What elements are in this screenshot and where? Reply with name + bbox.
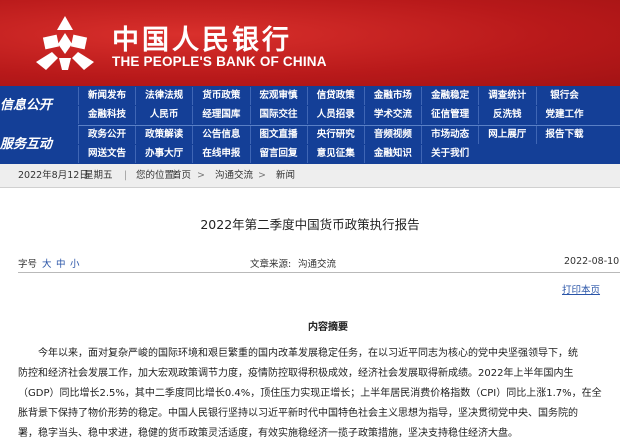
paragraph-line: 防控和经济社会发展工作，加大宏观政策调节力度，疫情防控取得积极成效，经济社会发展…	[18, 368, 574, 379]
nav-item-message-reply[interactable]: 留言回复	[249, 145, 307, 163]
nav-item-macroprudential[interactable]: 宏观审慎	[249, 87, 307, 105]
nav-item-recruitment[interactable]: 人员招录	[306, 106, 364, 124]
nav-item-anti-money-laundering[interactable]: 反洗钱	[478, 106, 535, 124]
breadcrumb: 2022年8月12日 星期五 | 您的位置: 首页 > 沟通交流 > 新闻	[0, 164, 620, 188]
source-value: 沟通交流	[298, 259, 337, 270]
nav-row-2: 金融科技 人民币 经理国库 国际交往 人员招录 学术交流 征信管理 反洗钱 党建…	[78, 106, 593, 125]
nav-item-audio-video[interactable]: 音频视频	[363, 126, 421, 144]
nav-item-policy-interpretation[interactable]: 政策解读	[135, 126, 192, 144]
meta-divider	[18, 272, 620, 273]
nav-item-financial-stability[interactable]: 金融稳定	[421, 87, 478, 105]
article-title: 2022年第二季度中国货币政策执行报告	[200, 217, 420, 232]
paragraph-line: （GDP）同比增长2.5%，其中二季度同比增长0.4%，顶住压力实现正增长；上半…	[18, 388, 602, 399]
font-size-large-link[interactable]: 大	[42, 256, 52, 270]
nav-item-about-us[interactable]: 关于我们	[421, 145, 478, 163]
nav-item-online-exhibition[interactable]: 网上展厅	[478, 126, 535, 144]
nav-row-4: 网送文告 办事大厅 在线申报 留言回复 意见征集 金融知识 关于我们	[78, 145, 478, 164]
nav-item-statistics[interactable]: 调查统计	[478, 87, 535, 105]
paragraph-line: 今年以来，面对复杂严峻的国际环境和艰巨繁重的国内改革发展稳定任务，在以习近平同志…	[38, 348, 578, 359]
font-size-small-link[interactable]: 小	[70, 256, 80, 270]
nav-item-monetary-policy[interactable]: 货币政策	[192, 87, 249, 105]
current-weekday: 星期五	[84, 170, 113, 181]
nav-item-market-news[interactable]: 市场动态	[421, 126, 478, 144]
nav-item-laws[interactable]: 法律法规	[135, 87, 192, 105]
nav-item-report-download[interactable]: 报告下载	[535, 126, 593, 144]
nav-item-bank-accounting[interactable]: 银行会	[535, 87, 593, 105]
section-heading: 内容摘要	[308, 322, 348, 333]
nav-item-live-broadcast[interactable]: 图文直播	[249, 126, 307, 144]
pboc-logo-icon[interactable]	[32, 14, 98, 72]
nav-item-financial-knowledge[interactable]: 金融知识	[363, 145, 421, 163]
nav-row-1: 新闻发布 法律法规 货币政策 宏观审慎 信贷政策 金融市场 金融稳定 调查统计 …	[78, 87, 593, 106]
nav-item-international[interactable]: 国际交往	[249, 106, 307, 124]
nav-item-financial-market[interactable]: 金融市场	[363, 87, 421, 105]
breadcrumb-link-communication[interactable]: 沟通交流	[215, 164, 253, 188]
article-body: 今年以来，面对复杂严峻的国际环境和艰巨繁重的国内改革发展稳定任务，在以习近平同志…	[18, 344, 620, 440]
nav-item-service-hall[interactable]: 办事大厅	[135, 145, 192, 163]
nav-item-treasury[interactable]: 经理国库	[192, 106, 249, 124]
nav-item-research[interactable]: 央行研究	[306, 126, 364, 144]
font-size-label: 字号	[18, 259, 38, 270]
nav-item-credit-policy[interactable]: 信贷政策	[306, 87, 364, 105]
article-meta: 字号 大 中 小 文章来源: 沟通交流 2022-08-10	[18, 256, 620, 272]
print-page-link[interactable]: 打印本页	[562, 282, 600, 296]
nav-item-opinion-collection[interactable]: 意见征集	[306, 145, 364, 163]
nav-item-government-affairs[interactable]: 政务公开	[78, 126, 135, 144]
breadcrumb-separator: >	[258, 170, 266, 181]
current-date: 2022年8月12日	[18, 170, 89, 181]
nav-row-3: 政务公开 政策解读 公告信息 图文直播 央行研究 音频视频 市场动态 网上展厅 …	[78, 126, 593, 145]
nav-item-credit-reference[interactable]: 征信管理	[421, 106, 478, 124]
nav-section-service-interaction[interactable]: 服务互动	[0, 125, 76, 164]
nav-item-online-filing[interactable]: 在线申报	[192, 145, 249, 163]
site-name-en: THE PEOPLE'S BANK OF CHINA	[112, 54, 327, 69]
breadcrumb-link-news[interactable]: 新闻	[276, 164, 295, 188]
main-navigation: 信息公开 服务互动 新闻发布 法律法规 货币政策 宏观审慎 信贷政策 金融市场 …	[0, 86, 620, 164]
paragraph-line: 署，稳字当头、稳中求进，稳健的货币政策灵活适度，有效实施稳经济一揽子政策措施，坚…	[18, 428, 518, 439]
nav-section-info-disclosure[interactable]: 信息公开	[0, 86, 76, 125]
site-banner: 中国人民银行 THE PEOPLE'S BANK OF CHINA	[0, 0, 620, 86]
nav-item-academic[interactable]: 学术交流	[363, 106, 421, 124]
publish-date: 2022-08-10	[564, 256, 620, 267]
breadcrumb-home-link[interactable]: 首页	[172, 164, 191, 188]
breadcrumb-separator: >	[197, 170, 205, 181]
nav-item-online-documents[interactable]: 网送文告	[78, 145, 135, 163]
nav-item-party-building[interactable]: 党建工作	[535, 106, 593, 124]
site-name-cn[interactable]: 中国人民银行	[112, 18, 292, 57]
font-size-medium-link[interactable]: 中	[56, 256, 66, 270]
nav-item-announcements[interactable]: 公告信息	[192, 126, 249, 144]
paragraph-line: 胀背景下保持了物价形势的稳定。中国人民银行坚持以习近平新时代中国特色社会主义思想…	[18, 408, 578, 419]
breadcrumb-divider: |	[124, 170, 128, 181]
nav-item-rmb[interactable]: 人民币	[135, 106, 192, 124]
nav-item-news-release[interactable]: 新闻发布	[78, 87, 135, 105]
source-label: 文章来源:	[250, 259, 292, 270]
nav-item-fintech[interactable]: 金融科技	[78, 106, 135, 124]
